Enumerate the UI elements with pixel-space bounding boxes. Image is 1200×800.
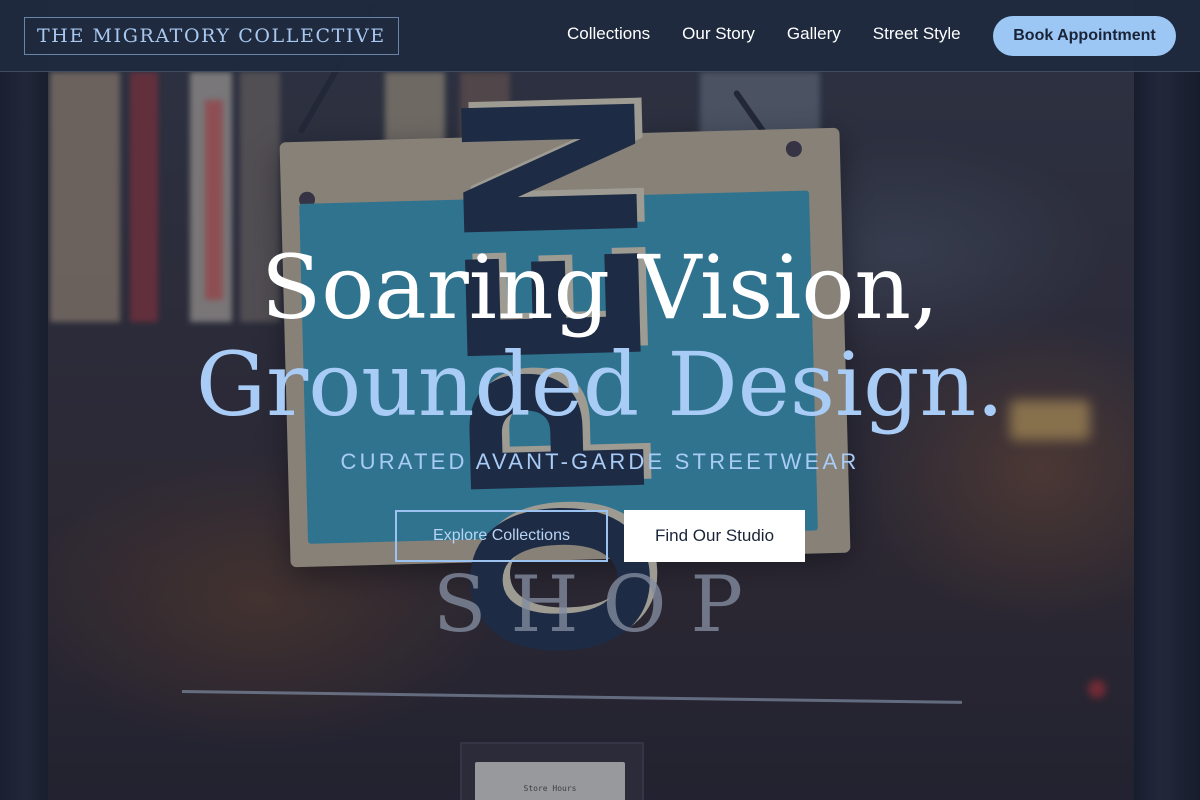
hero-title-line-2: Grounded Design. <box>195 333 1005 436</box>
hero-subtitle: CURATED AVANT-GARDE STREETWEAR <box>340 449 860 474</box>
hero-title-line-1: Soaring Vision, <box>260 236 939 339</box>
find-our-studio-button[interactable]: Find Our Studio <box>624 510 805 562</box>
explore-collections-button[interactable]: Explore Collections <box>395 510 608 562</box>
hero-section: Soaring Vision, Grounded Design. CURATED… <box>0 0 1200 800</box>
